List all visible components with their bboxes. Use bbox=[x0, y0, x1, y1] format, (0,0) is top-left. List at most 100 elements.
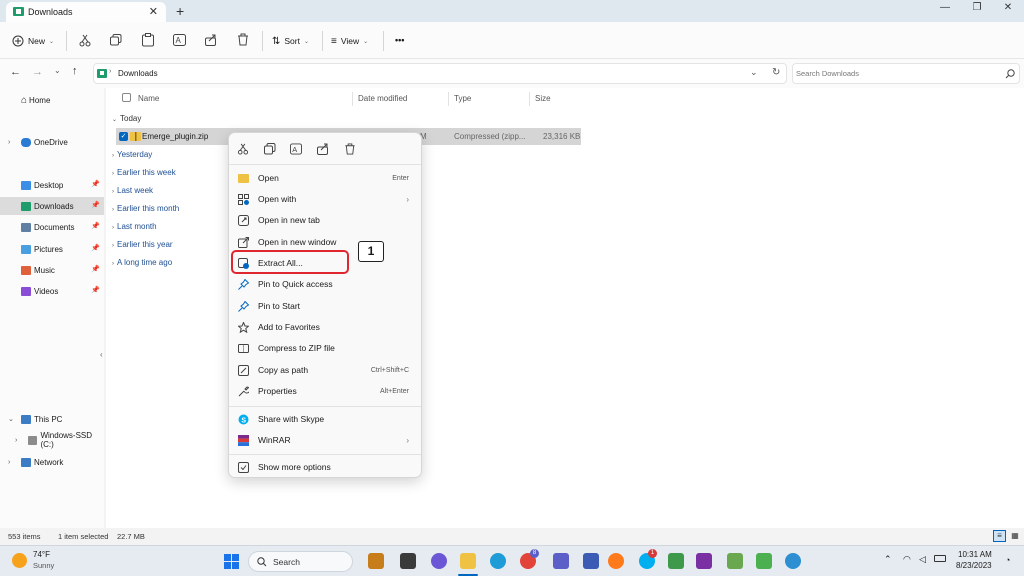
view-button[interactable]: ≡ View ⌄ bbox=[331, 32, 368, 50]
new-tab-button[interactable]: + bbox=[176, 3, 184, 19]
weather-temp[interactable]: 74°F bbox=[33, 550, 50, 559]
task-view-icon[interactable] bbox=[400, 553, 416, 569]
search-input[interactable]: Search Downloads bbox=[796, 69, 859, 78]
pin-icon[interactable]: 📌 bbox=[91, 265, 100, 273]
firefox-icon[interactable] bbox=[608, 553, 624, 569]
menu-item-compress-zip[interactable]: Compress to ZIP file bbox=[233, 338, 419, 358]
sun-icon[interactable] bbox=[12, 553, 27, 568]
group-header-earlier-this-year[interactable]: › Earlier this year bbox=[112, 240, 173, 249]
new-button[interactable]: New ⌄ bbox=[12, 32, 54, 50]
menu-item-winrar[interactable]: WinRAR › bbox=[233, 430, 419, 450]
menu-item-properties[interactable]: Properties Alt+Enter bbox=[233, 381, 419, 401]
sidebar-item-windows-ssd[interactable]: › Windows-SSD (C:) bbox=[0, 431, 104, 449]
group-header-long-ago[interactable]: › A long time ago bbox=[112, 258, 172, 267]
group-header-earlier-this-week[interactable]: › Earlier this week bbox=[112, 168, 176, 177]
share-icon[interactable] bbox=[205, 34, 217, 46]
minimize-button[interactable]: — bbox=[930, 2, 960, 18]
paste-icon[interactable] bbox=[142, 33, 154, 47]
copy-icon[interactable] bbox=[264, 143, 276, 155]
chevron-right-icon[interactable]: › bbox=[8, 459, 10, 466]
sort-button[interactable]: ⇅ Sort ⌄ bbox=[272, 32, 309, 50]
edge-icon[interactable] bbox=[490, 553, 506, 569]
delete-icon[interactable] bbox=[237, 33, 249, 46]
column-divider[interactable] bbox=[529, 92, 530, 106]
menu-item-open-with[interactable]: Open with › bbox=[233, 189, 419, 209]
sidebar-item-desktop[interactable]: Desktop 📌 bbox=[0, 176, 104, 194]
teams-icon[interactable] bbox=[553, 553, 569, 569]
up-arrow-icon[interactable]: ↑ bbox=[72, 65, 78, 77]
back-arrow-icon[interactable]: ← bbox=[10, 66, 21, 78]
copilot-widget-icon[interactable] bbox=[368, 553, 384, 569]
menu-item-add-favorites[interactable]: Add to Favorites bbox=[233, 317, 419, 337]
menu-item-show-more-options[interactable]: Show more options bbox=[233, 457, 419, 477]
chevron-down-icon[interactable]: ⌄ bbox=[8, 415, 14, 423]
windows-start-icon[interactable] bbox=[224, 554, 239, 569]
search-box[interactable]: Search Downloads bbox=[792, 63, 1020, 84]
menu-item-open-new-window[interactable]: Open in new window bbox=[233, 232, 419, 252]
chat-icon[interactable] bbox=[431, 553, 447, 569]
select-all-checkbox[interactable] bbox=[122, 93, 131, 102]
sidebar-item-pictures[interactable]: Pictures 📌 bbox=[0, 240, 104, 258]
group-header-last-week[interactable]: › Last week bbox=[112, 186, 153, 195]
row-checkbox-checked[interactable]: ✓ bbox=[119, 132, 128, 141]
column-divider[interactable] bbox=[448, 92, 449, 106]
group-header-last-month[interactable]: › Last month bbox=[112, 222, 157, 231]
globe-icon[interactable] bbox=[785, 553, 801, 569]
forward-arrow-icon[interactable]: → bbox=[32, 66, 43, 78]
details-view-icon[interactable]: ≡ bbox=[993, 530, 1006, 542]
group-header-today[interactable]: ⌄ Today bbox=[112, 114, 141, 123]
close-tab-button[interactable]: ✕ bbox=[149, 5, 158, 18]
copy-icon[interactable] bbox=[110, 34, 122, 46]
pin-icon[interactable]: 📌 bbox=[91, 286, 100, 294]
pin-icon[interactable]: 📌 bbox=[91, 222, 100, 230]
chevron-up-icon[interactable]: ⌃ bbox=[884, 554, 892, 565]
sidebar-item-music[interactable]: Music 📌 bbox=[0, 261, 104, 279]
menu-item-open[interactable]: Open Enter bbox=[233, 168, 419, 188]
menu-item-open-new-tab[interactable]: Open in new tab bbox=[233, 210, 419, 230]
group-header-earlier-this-month[interactable]: › Earlier this month bbox=[112, 204, 179, 213]
column-header-type[interactable]: Type bbox=[454, 94, 471, 103]
sidebar-item-videos[interactable]: Videos 📌 bbox=[0, 282, 104, 300]
file-explorer-icon[interactable] bbox=[460, 553, 476, 569]
sidebar-item-documents[interactable]: Documents 📌 bbox=[0, 218, 104, 236]
tab-downloads[interactable]: Downloads ✕ bbox=[6, 2, 166, 22]
pin-icon[interactable]: 📌 bbox=[91, 180, 100, 188]
app-icon[interactable] bbox=[668, 553, 684, 569]
collapse-pane-icon[interactable]: ‹ bbox=[100, 350, 103, 359]
menu-item-share-skype[interactable]: S Share with Skype bbox=[233, 409, 419, 429]
column-header-date[interactable]: Date modified bbox=[358, 94, 407, 103]
sidebar-item-onedrive[interactable]: › OneDrive bbox=[0, 133, 104, 151]
notification-bell-icon[interactable]: ◔ bbox=[1005, 555, 1010, 565]
chevron-right-icon[interactable]: › bbox=[8, 139, 10, 146]
onenote-icon[interactable] bbox=[696, 553, 712, 569]
menu-item-copy-path[interactable]: Copy as path Ctrl+Shift+C bbox=[233, 360, 419, 380]
breadcrumb[interactable]: Downloads bbox=[118, 69, 158, 78]
clock-date[interactable]: 8/23/2023 bbox=[956, 561, 992, 570]
cut-icon[interactable] bbox=[237, 143, 249, 155]
battery-icon[interactable] bbox=[934, 555, 946, 562]
tiles-view-icon[interactable]: ▦ bbox=[1009, 530, 1021, 542]
delete-icon[interactable] bbox=[344, 143, 356, 155]
app-icon[interactable] bbox=[727, 553, 743, 569]
menu-item-pin-quick-access[interactable]: Pin to Quick access bbox=[233, 274, 419, 294]
more-options-button[interactable]: ••• bbox=[395, 35, 404, 45]
app-icon[interactable] bbox=[756, 553, 772, 569]
group-header-yesterday[interactable]: › Yesterday bbox=[112, 150, 152, 159]
address-bar[interactable]: › Downloads ⌄ ↻ bbox=[93, 63, 787, 84]
column-header-name[interactable]: Name bbox=[138, 94, 159, 103]
weather-desc[interactable]: Sunny bbox=[33, 561, 54, 570]
menu-item-pin-start[interactable]: Pin to Start bbox=[233, 296, 419, 316]
clock-time[interactable]: 10:31 AM bbox=[958, 550, 992, 559]
speaker-icon[interactable]: ◁ bbox=[919, 554, 926, 565]
rename-icon[interactable]: A bbox=[290, 143, 302, 155]
remote-desktop-icon[interactable] bbox=[583, 553, 599, 569]
column-divider[interactable] bbox=[352, 92, 353, 106]
chevron-right-icon[interactable]: › bbox=[15, 437, 17, 444]
sidebar-item-home[interactable]: ⌂ Home bbox=[0, 91, 104, 109]
chevron-down-icon[interactable]: ⌄ bbox=[750, 67, 758, 78]
refresh-icon[interactable]: ↻ bbox=[772, 67, 780, 78]
search-icon[interactable] bbox=[1005, 69, 1015, 79]
pin-icon[interactable]: 📌 bbox=[91, 244, 100, 252]
share-icon[interactable] bbox=[317, 143, 329, 155]
recent-locations-chevron-icon[interactable]: ⌄ bbox=[54, 66, 61, 75]
